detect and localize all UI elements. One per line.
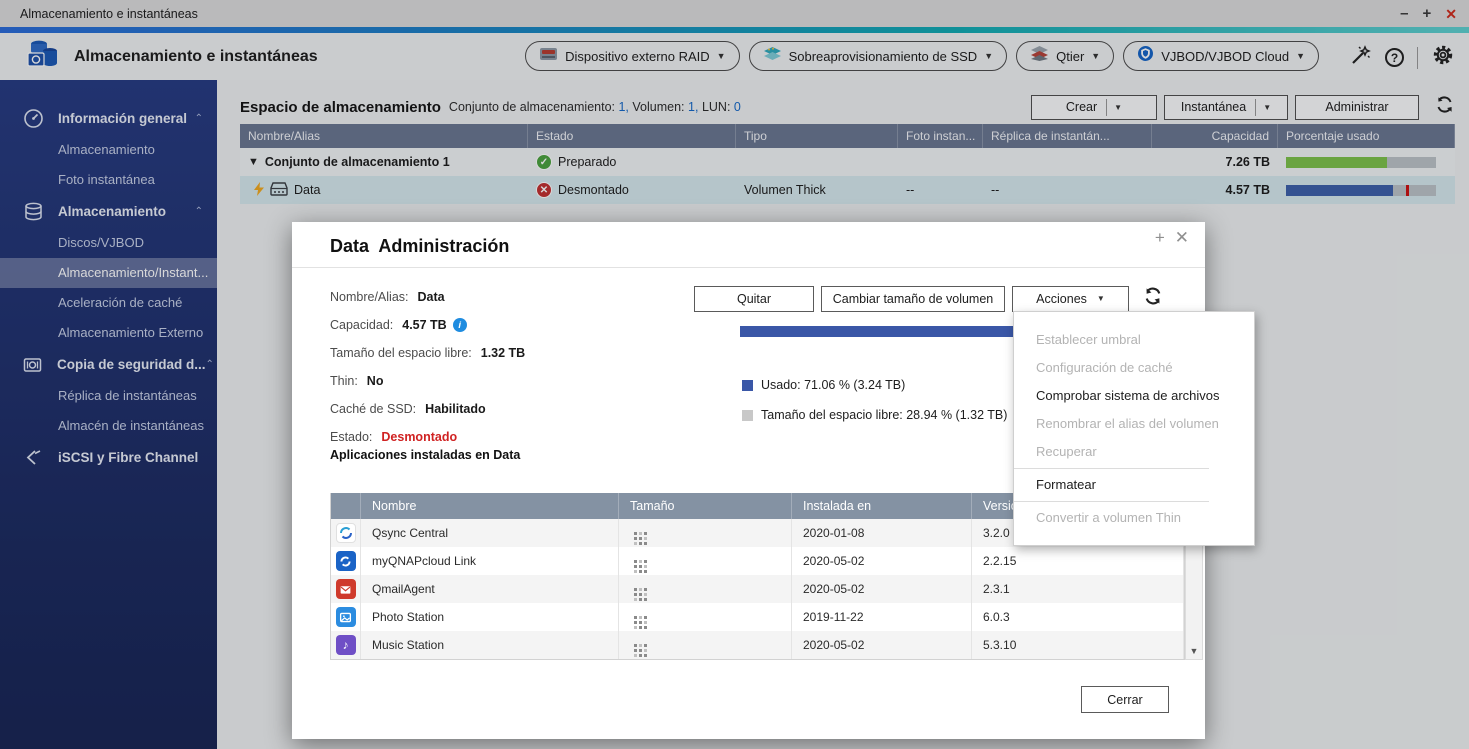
loading-size-icon [634,588,637,591]
resize-volume-button[interactable]: Cambiar tamaño de volumen [821,286,1005,312]
menu-divider [1014,468,1209,469]
menu-item-convertir-thin[interactable]: Convertir a volumen Thin [1014,504,1254,532]
actions-menu: Establecer umbral Configuración de caché… [1013,311,1255,546]
free-legend-swatch [742,410,753,421]
divider [292,267,1205,268]
menu-item-formatear[interactable]: Formatear [1014,471,1254,499]
used-legend-swatch [742,380,753,391]
menu-divider [1014,501,1209,502]
dialog-close-icon[interactable]: ✕ [1175,228,1189,248]
menu-item-configuracion-cache[interactable]: Configuración de caché [1014,354,1254,382]
dialog-title: Data Administración [330,236,509,257]
scroll-down-arrow-icon[interactable]: ▼ [1186,646,1202,656]
menu-item-recuperar[interactable]: Recuperar [1014,438,1254,466]
menu-item-comprobar-sistema-archivos[interactable]: Comprobar sistema de archivos [1014,382,1254,410]
loading-size-icon [634,532,637,535]
menu-item-renombrar-alias[interactable]: Renombrar el alias del volumen [1014,410,1254,438]
music-station-icon: ♪ [336,635,356,655]
photo-station-icon [336,607,356,627]
actions-dropdown-button[interactable]: Acciones ▼ [1012,286,1129,312]
myqnapcloud-link-icon [336,551,356,571]
usage-legend: Usado: 71.06 % (3.24 TB) Tamaño del espa… [742,370,1007,430]
loading-size-icon [634,644,637,647]
loading-size-icon [634,616,637,619]
remove-button[interactable]: Quitar [694,286,814,312]
chevron-down-icon: ▼ [1097,294,1105,303]
app-row-music-station[interactable]: ♪ Music Station 2020-05-02 5.3.10 [331,631,1184,659]
close-dialog-button[interactable]: Cerrar [1081,686,1169,713]
volume-info: Nombre/Alias: Data Capacidad: 4.57 TB i … [330,283,525,451]
app-row-myqnapcloud-link[interactable]: myQNAPcloud Link 2020-05-02 2.2.15 [331,547,1184,575]
screen: Almacenamiento e instantáneas – + ✕ Alma… [0,0,1469,749]
qsync-central-icon [336,523,356,543]
info-icon[interactable]: i [453,318,467,332]
refresh-icon[interactable] [1142,285,1164,312]
menu-item-establecer-umbral[interactable]: Establecer umbral [1014,326,1254,354]
dialog-maximize-icon[interactable]: + [1155,228,1165,248]
app-row-photo-station[interactable]: Photo Station 2019-11-22 6.0.3 [331,603,1184,631]
app-row-qmailagent[interactable]: QmailAgent 2020-05-02 2.3.1 [331,575,1184,603]
status-value-unmounted: Desmontado [381,430,457,444]
loading-size-icon [634,560,637,563]
qmailagent-icon [336,579,356,599]
installed-apps-label: Aplicaciones instaladas en Data [330,448,520,462]
